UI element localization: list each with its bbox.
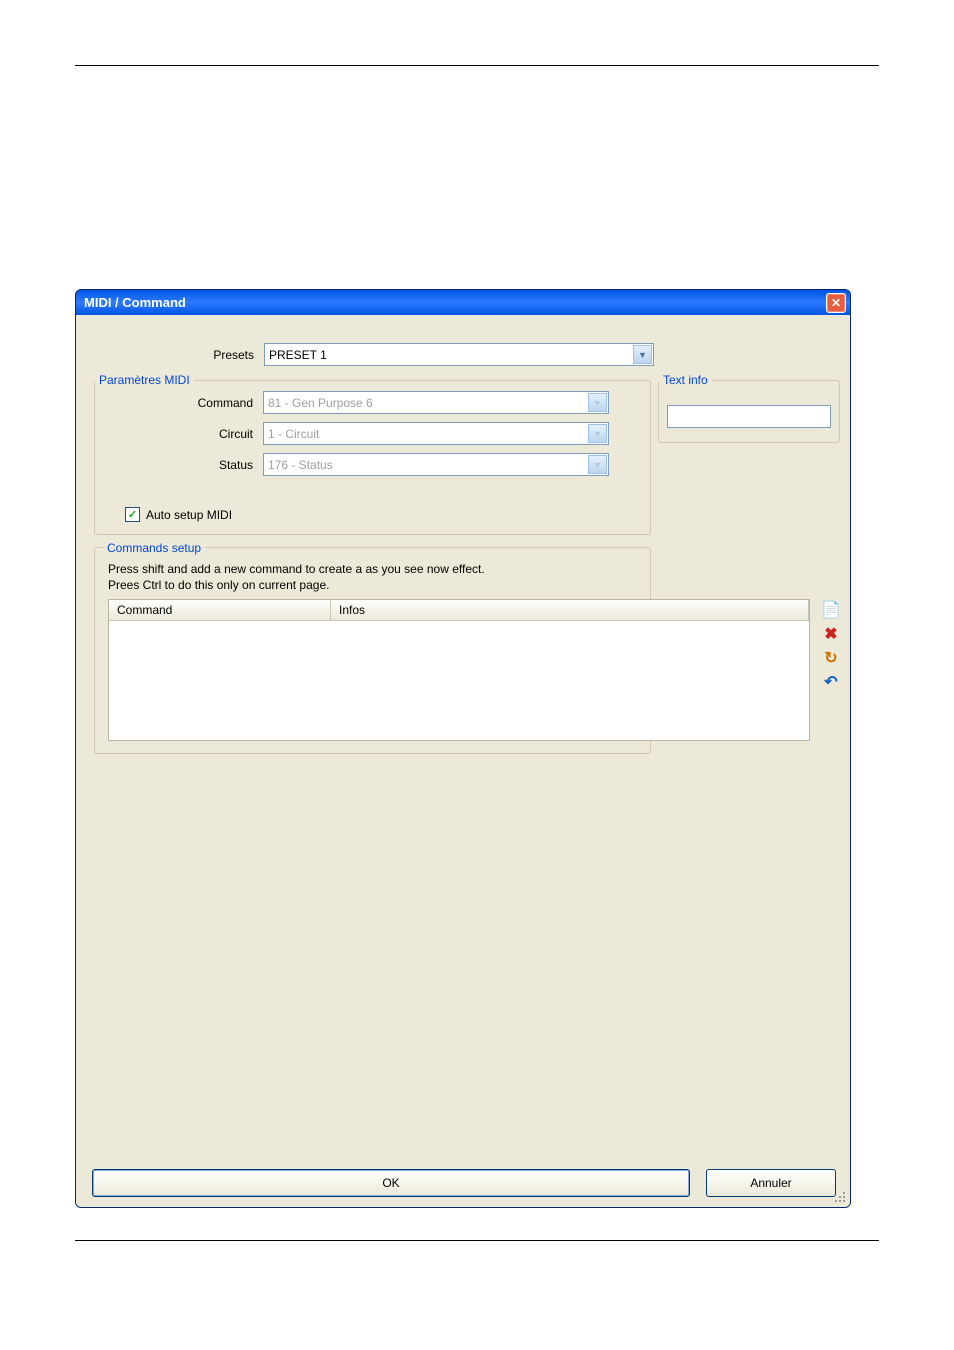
command-combo[interactable]: 81 - Gen Purpose 6 ▼ (263, 391, 609, 414)
command-value: 81 - Gen Purpose 6 (268, 396, 373, 410)
page-top-rule (75, 65, 879, 66)
dialog-body: Presets PRESET 1 ▼ Paramètres MIDI Comma… (76, 315, 850, 1207)
chevron-down-icon: ▼ (588, 455, 607, 474)
status-label: Status (95, 458, 263, 472)
refresh-button[interactable]: ↻ (820, 647, 842, 669)
chevron-down-icon: ▼ (588, 393, 607, 412)
midi-command-dialog: MIDI / Command ✕ Presets PRESET 1 ▼ Para… (75, 289, 851, 1208)
presets-value: PRESET 1 (269, 348, 327, 362)
column-command[interactable]: Command (109, 600, 331, 620)
undo-icon: ↶ (824, 672, 837, 692)
help-line-1: Press shift and add a new command to cre… (108, 562, 485, 576)
auto-setup-row[interactable]: ✓ Auto setup MIDI (125, 507, 232, 522)
new-icon: 📄 (821, 600, 841, 620)
footer: OK Annuler (76, 1169, 850, 1197)
delete-command-button[interactable]: ✖ (820, 623, 842, 645)
circuit-combo[interactable]: 1 - Circuit ▼ (263, 422, 609, 445)
titlebar[interactable]: MIDI / Command ✕ (76, 290, 850, 315)
command-label: Command (95, 396, 263, 410)
auto-setup-checkbox[interactable]: ✓ (125, 507, 140, 522)
ok-label: OK (382, 1176, 399, 1190)
undo-button[interactable]: ↶ (820, 671, 842, 693)
toolbar-buttons: 📄 ✖ ↻ ↶ (820, 599, 842, 693)
new-command-button[interactable]: 📄 (820, 599, 842, 621)
circuit-value: 1 - Circuit (268, 427, 319, 441)
commands-table[interactable]: Command Infos (108, 599, 810, 741)
presets-label: Presets (94, 348, 264, 362)
chevron-down-icon: ▼ (588, 424, 607, 443)
circuit-label: Circuit (95, 427, 263, 441)
help-line-2: Prees Ctrl to do this only on current pa… (108, 578, 329, 592)
midi-params-legend: Paramètres MIDI (95, 373, 194, 387)
page-bottom-rule (75, 1240, 879, 1241)
delete-icon: ✖ (824, 624, 837, 644)
presets-combo[interactable]: PRESET 1 ▼ (264, 343, 654, 366)
text-info-legend: Text info (659, 373, 712, 387)
window-title: MIDI / Command (84, 295, 186, 310)
close-icon: ✕ (831, 296, 841, 310)
refresh-icon: ↻ (824, 648, 837, 668)
text-info-fieldset: Text info (658, 373, 840, 443)
resize-grip[interactable] (834, 1191, 848, 1205)
midi-params-fieldset: Paramètres MIDI Command 81 - Gen Purpose… (94, 373, 651, 535)
cancel-label: Annuler (750, 1176, 791, 1190)
commands-help-text: Press shift and add a new command to cre… (108, 561, 485, 593)
commands-setup-area: Press shift and add a new command to cre… (94, 547, 836, 1146)
auto-setup-label: Auto setup MIDI (146, 508, 232, 522)
cancel-button[interactable]: Annuler (706, 1169, 836, 1197)
close-button[interactable]: ✕ (826, 293, 846, 313)
chevron-down-icon: ▼ (633, 345, 652, 364)
column-infos[interactable]: Infos (331, 600, 809, 620)
status-combo[interactable]: 176 - Status ▼ (263, 453, 609, 476)
ok-button[interactable]: OK (92, 1169, 690, 1197)
status-value: 176 - Status (268, 458, 333, 472)
presets-row: Presets PRESET 1 ▼ (94, 343, 654, 366)
text-info-input[interactable] (667, 405, 831, 428)
table-header: Command Infos (109, 600, 809, 621)
